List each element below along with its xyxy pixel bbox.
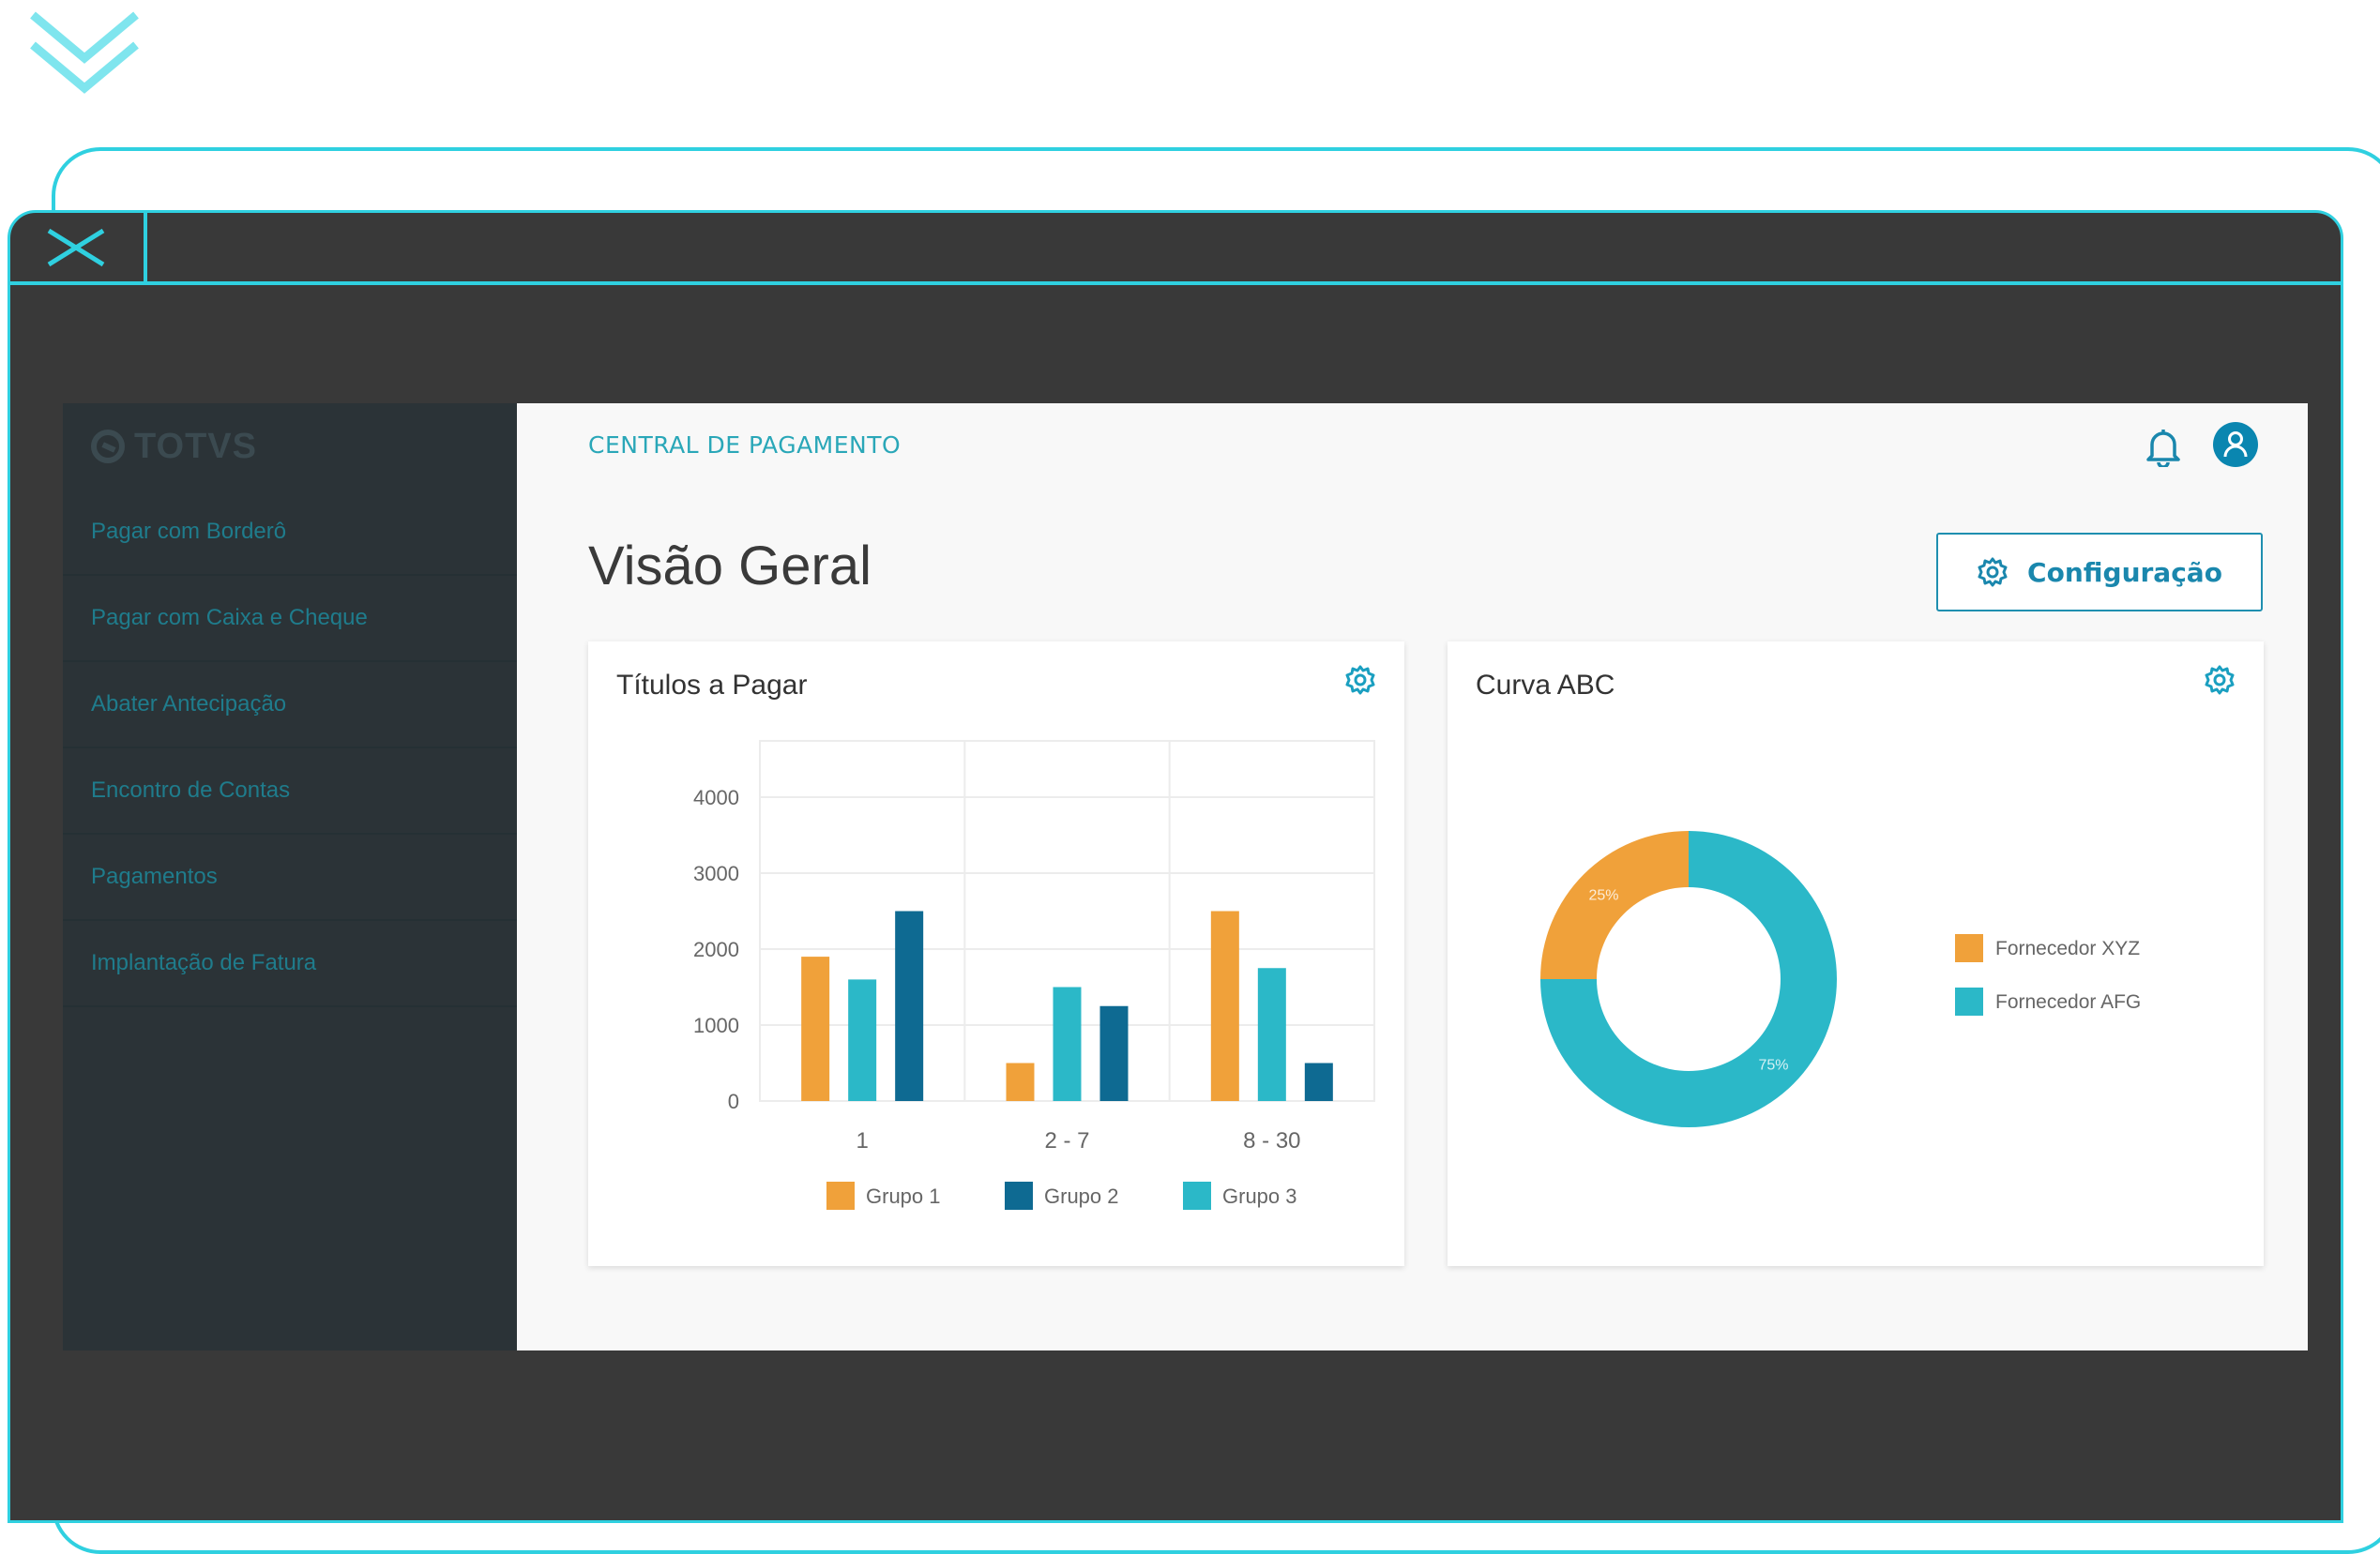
header-title: CENTRAL DE PAGAMENTO	[588, 431, 902, 459]
sidebar: TOTVS Pagar com Borderô Pagar com Caixa …	[63, 403, 517, 1350]
legend-label: Fornecedor AFG	[1995, 991, 2141, 1013]
bar	[895, 911, 924, 1101]
user-icon	[2223, 431, 2248, 458]
x-tick-label: 8 - 30	[1243, 1128, 1300, 1154]
user-avatar[interactable]	[2213, 422, 2258, 467]
main-content: CENTRAL DE PAGAMENTO Visão Geral Configu…	[517, 403, 2308, 1350]
y-tick-label: 2000	[693, 938, 739, 961]
legend-swatch	[1955, 934, 1983, 962]
app-screen: TOTVS Pagar com Borderô Pagar com Caixa …	[63, 403, 2308, 1350]
slice-label: 25%	[1588, 887, 1618, 903]
sidebar-item-label: Pagar com Caixa e Cheque	[91, 605, 368, 630]
y-tick-label: 4000	[693, 786, 739, 809]
bell-icon[interactable]	[2145, 426, 2182, 467]
sidebar-item-label: Pagamentos	[91, 864, 218, 889]
sidebar-item-encontro-contas[interactable]: Encontro de Contas	[63, 748, 517, 835]
sidebar-item-abater-antecipacao[interactable]: Abater Antecipação	[63, 662, 517, 748]
sidebar-item-pagamentos[interactable]: Pagamentos	[63, 835, 517, 921]
x-tick-label: 2 - 7	[1044, 1128, 1089, 1154]
y-tick-label: 0	[728, 1090, 739, 1113]
sidebar-item-label: Implantação de Fatura	[91, 950, 317, 975]
bar	[1053, 987, 1082, 1101]
bar	[1006, 1063, 1035, 1101]
bar-chart: 4000 3000 2000 1000 0 1 2 - 7 8 - 30 Grupo 1 Grup…	[693, 740, 1375, 1210]
logo-text: TOTVS	[134, 426, 257, 466]
x-tick-label: 1	[856, 1128, 868, 1154]
sidebar-item-pagar-caixa-cheque[interactable]: Pagar com Caixa e Cheque	[63, 576, 517, 662]
sidebar-item-pagar-bordero[interactable]: Pagar com Borderô	[63, 490, 517, 576]
logo: TOTVS	[91, 424, 257, 469]
y-tick-label: 1000	[693, 1014, 739, 1037]
legend-swatch	[1183, 1182, 1211, 1210]
legend-label: Grupo 3	[1222, 1184, 1297, 1208]
configuration-button[interactable]: Configuração	[1936, 533, 2263, 611]
bar	[1257, 968, 1286, 1101]
card-curva-abc: Curva ABC 75% 25% Fornecedor XYZ Fornecedor…	[1448, 641, 2264, 1266]
legend-swatch	[1005, 1182, 1033, 1210]
bar	[1099, 1005, 1129, 1101]
sidebar-item-label: Pagar com Borderô	[91, 519, 287, 544]
window-titlebar	[10, 213, 2341, 285]
logo-icon	[91, 430, 125, 463]
double-chevron-down-icon	[30, 11, 139, 94]
sidebar-menu: Pagar com Borderô Pagar com Caixa e Cheq…	[63, 490, 517, 1007]
close-button[interactable]	[10, 213, 147, 285]
legend-swatch	[826, 1182, 855, 1210]
sidebar-item-label: Encontro de Contas	[91, 777, 291, 803]
legend-label: Fornecedor XYZ	[1995, 938, 2140, 959]
page-title: Visão Geral	[588, 536, 872, 596]
bar	[848, 979, 877, 1101]
sidebar-item-implantacao-fatura[interactable]: Implantação de Fatura	[63, 921, 517, 1007]
legend-label: Grupo 2	[1044, 1184, 1119, 1208]
slice-label: 75%	[1758, 1058, 1788, 1074]
configuration-label: Configuração	[2027, 556, 2222, 588]
bar	[801, 957, 830, 1101]
gear-icon	[1978, 557, 2008, 587]
close-icon	[47, 228, 105, 267]
legend-label: Grupo 1	[866, 1184, 941, 1208]
y-tick-label: 3000	[693, 862, 739, 885]
pie-slice	[1540, 831, 1689, 979]
sidebar-item-label: Abater Antecipação	[91, 691, 287, 717]
app-window: TOTVS Pagar com Borderô Pagar com Caixa …	[8, 210, 2343, 1523]
bar	[1210, 911, 1239, 1101]
legend-swatch	[1955, 988, 1983, 1016]
donut-chart: 75% 25% Fornecedor XYZ Fornecedor AFG	[1540, 831, 2141, 1127]
card-titulos-a-pagar: Títulos a Pagar 4000 3000 2000 1000 0 1 2 - 78…	[588, 641, 1404, 1266]
bar	[1304, 1063, 1333, 1101]
